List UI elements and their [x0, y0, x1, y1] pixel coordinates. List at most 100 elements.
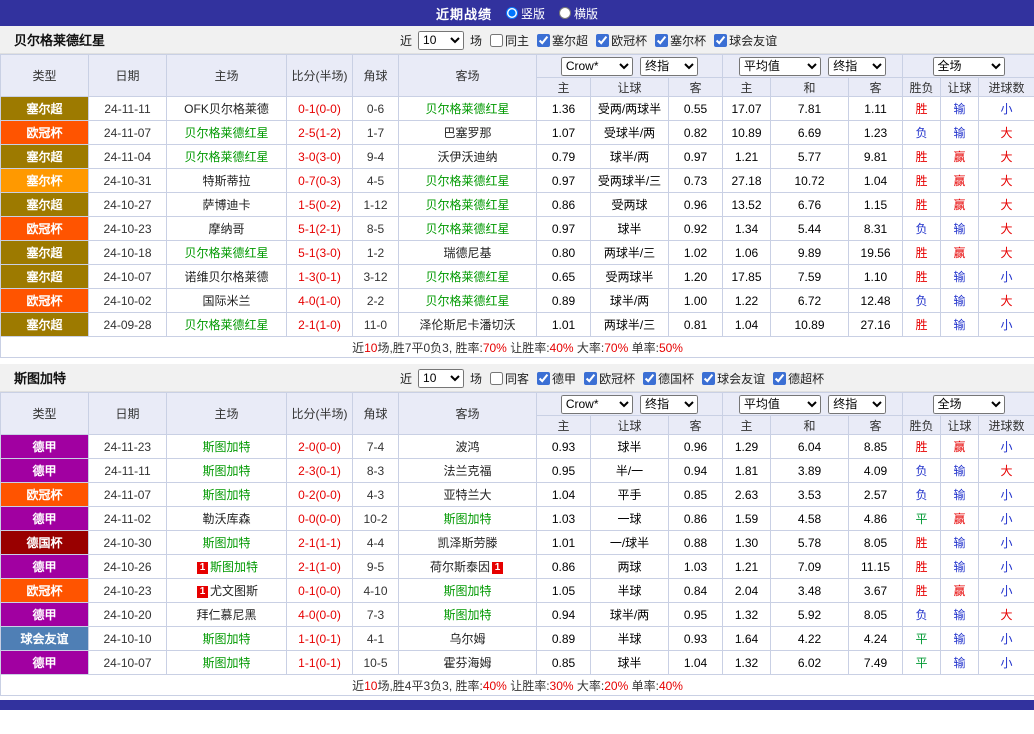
team-name[interactable]: 贝尔格莱德红星 — [184, 318, 268, 332]
recent-count-select[interactable]: 10 — [418, 368, 465, 388]
odds-stage-select[interactable]: 终指 — [640, 56, 699, 76]
odds-value: 两球半/三 — [590, 240, 669, 265]
match-date: 24-10-23 — [88, 216, 167, 241]
layout-vertical-radio[interactable] — [505, 7, 518, 19]
team-name[interactable]: 凯泽斯劳滕 — [437, 536, 497, 550]
filter-same-venue-checkbox[interactable] — [490, 33, 504, 47]
team-name[interactable]: 乌尔姆 — [449, 632, 485, 646]
average-select[interactable]: 平均值 — [738, 394, 821, 414]
layout-horizontal-option[interactable]: 横版 — [559, 5, 598, 22]
filter-league-checkbox[interactable] — [773, 371, 787, 385]
team-name[interactable]: 贝尔格莱德红星 — [425, 102, 509, 116]
match-row: 塞尔超 24-10-27 萨博迪卡 1-5(0-2) 1-12 贝尔格莱德红星 0.86 受两… — [0, 192, 1034, 217]
team-name[interactable]: 斯图加特 — [202, 464, 250, 478]
team-name[interactable]: 斯图加特 — [210, 560, 258, 574]
filter-league[interactable]: 欧冠杯 — [592, 32, 647, 49]
team-name[interactable]: 斯图加特 — [443, 608, 491, 622]
filter-league[interactable]: 塞尔超 — [533, 32, 588, 49]
team-name[interactable]: 贝尔格莱德红星 — [425, 294, 509, 308]
filter-league[interactable]: 德国杯 — [639, 370, 694, 387]
section-header: 斯图加特 近 10 场 同客 德甲 欧冠杯 德国杯 球会友谊 德超杯 — [0, 364, 1034, 392]
odds-stage-select[interactable]: 终指 — [640, 394, 699, 414]
team-name[interactable]: 巴塞罗那 — [443, 126, 491, 140]
odds-value: 2.04 — [722, 578, 772, 603]
team-name[interactable]: 摩纳哥 — [208, 222, 244, 236]
match-date: 24-11-23 — [88, 434, 167, 459]
team-name[interactable]: 贝尔格莱德红星 — [425, 270, 509, 284]
filter-same-venue-checkbox[interactable] — [490, 371, 504, 385]
team-name[interactable]: 贝尔格莱德红星 — [425, 222, 509, 236]
home-team-cell: 摩纳哥 — [166, 216, 287, 241]
odds-value: 1.03 — [536, 506, 591, 531]
filter-league-checkbox[interactable] — [537, 33, 551, 47]
average-stage-select[interactable]: 终指 — [828, 56, 887, 76]
filter-league-checkbox[interactable] — [596, 33, 610, 47]
team-name[interactable]: 贝尔格莱德红星 — [184, 126, 268, 140]
team-name[interactable]: 波鸿 — [455, 440, 479, 454]
filter-league-label: 德国杯 — [658, 371, 695, 386]
team-name[interactable]: 泽伦斯尼卡潘切沃 — [419, 318, 515, 332]
filter-same-venue[interactable]: 同主 — [486, 32, 529, 49]
filter-league[interactable]: 欧冠杯 — [580, 370, 635, 387]
team-name[interactable]: 勒沃库森 — [202, 512, 250, 526]
team-name[interactable]: 萨博迪卡 — [202, 198, 250, 212]
scope-select[interactable]: 全场 — [932, 394, 1005, 414]
column-header-date: 日期 — [88, 54, 167, 97]
league-badge: 塞尔杯 — [0, 168, 89, 193]
section-header: 贝尔格莱德红星 近 10 场 同主 塞尔超 欧冠杯 塞尔杯 球会友谊 — [0, 26, 1034, 54]
score: 2-1(1-1) — [286, 530, 353, 555]
team-name[interactable]: 诺维贝尔格莱德 — [184, 270, 268, 284]
filter-league[interactable]: 塞尔杯 — [651, 32, 706, 49]
match-row: 德国杯 24-10-30 斯图加特 2-1(1-1) 4-4 凯泽斯劳滕 1.01 一/球半 0… — [0, 530, 1034, 555]
average-stage-select[interactable]: 终指 — [828, 394, 887, 414]
team-name[interactable]: 斯图加特 — [202, 536, 250, 550]
layout-horizontal-radio[interactable] — [559, 7, 571, 19]
team-name[interactable]: 法兰克福 — [443, 464, 491, 478]
team-name[interactable]: 贝尔格莱德红星 — [425, 174, 509, 188]
filter-league-checkbox[interactable] — [714, 33, 728, 47]
team-name[interactable]: 国际米兰 — [202, 294, 250, 308]
team-name[interactable]: 尤文图斯 — [210, 584, 258, 598]
team-name[interactable]: OFK贝尔格莱德 — [184, 102, 269, 116]
team-name[interactable]: 斯图加特 — [443, 512, 491, 526]
team-name[interactable]: 沃伊沃迪纳 — [437, 150, 497, 164]
team-name[interactable]: 特斯蒂拉 — [202, 174, 250, 188]
odds-value: 4.86 — [848, 506, 904, 531]
team-name[interactable]: 斯图加特 — [202, 632, 250, 646]
filter-league-checkbox[interactable] — [655, 33, 669, 47]
filter-league[interactable]: 德超杯 — [769, 370, 824, 387]
result-flag: 大 — [978, 144, 1034, 169]
match-date: 24-11-07 — [88, 120, 167, 145]
team-name[interactable]: 斯图加特 — [443, 584, 491, 598]
filter-same-venue[interactable]: 同客 — [486, 370, 529, 387]
team-name[interactable]: 亚特兰大 — [443, 488, 491, 502]
filter-league[interactable]: 德甲 — [533, 370, 576, 387]
filter-league-checkbox[interactable] — [643, 371, 657, 385]
team-name[interactable]: 瑞德尼基 — [443, 246, 491, 260]
layout-vertical-option[interactable]: 竖版 — [505, 5, 545, 22]
bookmaker-select[interactable]: Crow* — [560, 394, 633, 414]
filter-league-checkbox[interactable] — [584, 371, 598, 385]
filter-league-checkbox[interactable] — [702, 371, 716, 385]
team-name[interactable]: 荷尔斯泰因 — [430, 560, 490, 574]
filter-league[interactable]: 球会友谊 — [698, 370, 765, 387]
team-name[interactable]: 斯图加特 — [202, 440, 250, 454]
team-name[interactable]: 贝尔格莱德红星 — [425, 198, 509, 212]
result-flag: 输 — [940, 650, 980, 675]
result-flag: 负 — [902, 216, 942, 241]
summary-text: 场,胜7平0负3, 胜率: — [377, 340, 483, 355]
filter-league[interactable]: 球会友谊 — [710, 32, 777, 49]
score: 2-1(1-0) — [286, 312, 353, 337]
average-select[interactable]: 平均值 — [738, 56, 821, 76]
bookmaker-select[interactable]: Crow* — [560, 56, 633, 76]
team-name[interactable]: 霍芬海姆 — [443, 656, 491, 670]
team-name[interactable]: 斯图加特 — [202, 488, 250, 502]
team-name[interactable]: 拜仁慕尼黑 — [196, 608, 256, 622]
filter-league-checkbox[interactable] — [537, 371, 551, 385]
scope-select[interactable]: 全场 — [932, 56, 1005, 76]
team-name[interactable]: 贝尔格莱德红星 — [184, 150, 268, 164]
recent-count-select[interactable]: 10 — [418, 30, 465, 50]
score: 3-0(3-0) — [286, 144, 353, 169]
team-name[interactable]: 斯图加特 — [202, 656, 250, 670]
team-name[interactable]: 贝尔格莱德红星 — [184, 246, 268, 260]
